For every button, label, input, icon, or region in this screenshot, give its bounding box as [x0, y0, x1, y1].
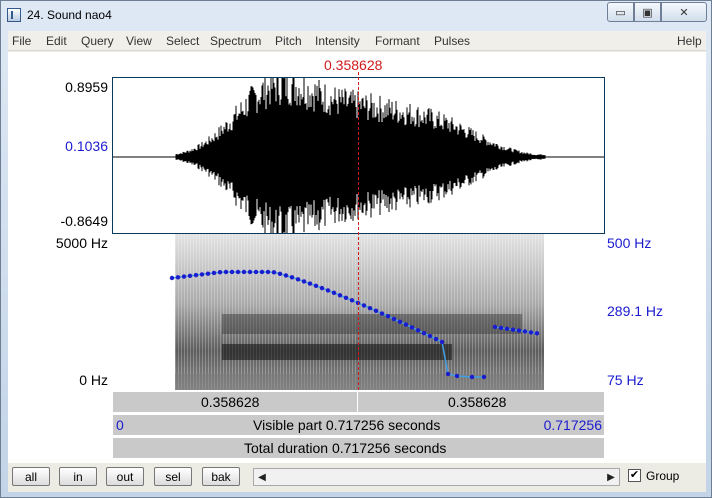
left-segment-label: 0.358628 — [201, 394, 260, 410]
zoom-out-button[interactable]: out — [106, 467, 144, 486]
scroll-right-icon[interactable]: ▶ — [603, 469, 619, 485]
waveform-max-label: 0.8959 — [65, 79, 108, 95]
total-duration-bar[interactable]: Total duration 0.717256 seconds — [112, 437, 605, 459]
right-segment-label: 0.358628 — [448, 394, 507, 410]
bottom-toolbar: all in out sel bak ◀ ▶ ✔ Group — [8, 463, 706, 492]
cursor-line — [358, 72, 359, 390]
menu-view[interactable]: View — [126, 34, 152, 48]
menu-file[interactable]: File — [12, 34, 31, 48]
app-icon — [7, 8, 21, 22]
menu-edit[interactable]: Edit — [46, 34, 67, 48]
menu-help[interactable]: Help — [677, 34, 702, 48]
spectrogram-top-label: 5000 Hz — [55, 235, 108, 251]
minimize-button[interactable]: ▭ — [607, 2, 634, 22]
maximize-button[interactable]: ▣ — [634, 2, 661, 22]
editor-client-area: File Edit Query View Select Spectrum Pit… — [8, 31, 706, 492]
scroll-left-icon[interactable]: ◀ — [254, 469, 270, 485]
title-bar[interactable]: 24. Sound nao4 ▭ ▣ ✕ — [1, 1, 711, 31]
menu-spectrum[interactable]: Spectrum — [210, 34, 261, 48]
cursor-time-label: 0.358628 — [324, 57, 383, 73]
menu-pitch[interactable]: Pitch — [275, 34, 302, 48]
time-scrollbar[interactable]: ◀ ▶ — [253, 468, 620, 486]
menu-query[interactable]: Query — [81, 34, 114, 48]
waveform-zero-label: 0.1036 — [65, 138, 108, 154]
sound-editor-canvas[interactable]: 0.358628 0.8959 0.1036 -0.8649 5000 Hz 0… — [8, 52, 706, 463]
visible-part-bar[interactable]: 0 Visible part 0.717256 seconds 0.717256 — [112, 414, 605, 436]
close-button[interactable]: ✕ — [661, 2, 707, 22]
menu-formant[interactable]: Formant — [375, 34, 420, 48]
menu-intensity[interactable]: Intensity — [315, 34, 360, 48]
visible-part-label: Visible part 0.717256 seconds — [253, 417, 441, 433]
zoom-back-button[interactable]: bak — [202, 467, 240, 486]
zoom-all-button[interactable]: all — [12, 467, 50, 486]
praat-sound-window: 24. Sound nao4 ▭ ▣ ✕ File Edit Query Vie… — [0, 0, 712, 498]
waveform-min-label: -0.8649 — [60, 213, 108, 229]
zoom-sel-button[interactable]: sel — [154, 467, 192, 486]
visible-start-label: 0 — [116, 417, 124, 433]
group-label: Group — [646, 469, 680, 483]
total-duration-label: Total duration 0.717256 seconds — [244, 440, 447, 456]
pitch-bottom-label: 75 Hz — [607, 372, 644, 388]
pitch-top-label: 500 Hz — [607, 235, 652, 251]
group-checkbox[interactable]: ✔ — [628, 469, 641, 482]
left-segment[interactable]: 0.358628 — [113, 392, 358, 412]
menu-bar: File Edit Query View Select Spectrum Pit… — [8, 31, 706, 51]
menu-pulses[interactable]: Pulses — [434, 34, 470, 48]
zoom-in-button[interactable]: in — [59, 467, 97, 486]
window-title: 24. Sound nao4 — [27, 8, 112, 22]
pitch-mid-label: 289.1 Hz — [607, 303, 664, 319]
menu-select[interactable]: Select — [166, 34, 199, 48]
selection-time-bar[interactable]: 0.358628 0.358628 — [112, 391, 605, 413]
visible-end-label: 0.717256 — [543, 417, 602, 433]
spectrogram-bottom-label: 0 Hz — [79, 372, 108, 388]
